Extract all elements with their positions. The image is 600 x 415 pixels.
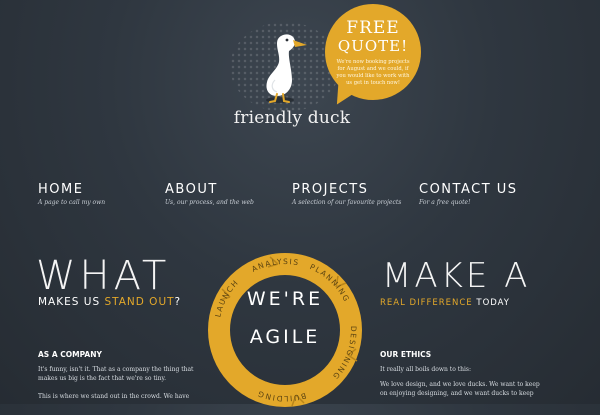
nav-item-home[interactable]: HOME A page to call my own xyxy=(38,182,158,206)
stand-out-subhead: MAKES US STAND OUT? xyxy=(38,296,181,308)
free-quote-title-line1: FREE xyxy=(346,18,400,38)
free-quote-title-line2: QUOTE! xyxy=(337,37,409,55)
subhead-suffix: ? xyxy=(174,296,182,308)
ethics-paragraph-1: It really all boils down to this: xyxy=(380,366,472,373)
free-quote-text: We're now booking projects for August an… xyxy=(336,59,410,86)
subhead-prefix: MAKES US xyxy=(38,296,105,308)
nav-about-subtitle: Us, our process, and the web xyxy=(165,199,254,206)
nav-item-about[interactable]: ABOUT Us, our process, and the web xyxy=(165,182,285,206)
nav-about-title[interactable]: ABOUT xyxy=(165,182,285,197)
nav-home-subtitle: A page to call my own xyxy=(38,199,106,206)
real-difference-subhead: REAL DIFFERENCE TODAY xyxy=(380,298,510,308)
nav-item-projects[interactable]: PROJECTS A selection of our favourite pr… xyxy=(292,182,417,206)
subhead-suffix: TODAY xyxy=(472,298,510,308)
duck-logo-icon[interactable] xyxy=(255,30,315,106)
subhead-accent: STAND OUT xyxy=(104,296,175,308)
make-a-headline: MAKE A xyxy=(382,256,531,296)
what-headline: WHAT xyxy=(36,253,171,299)
company-paragraph-2: This is where we stand out in the crowd.… xyxy=(38,393,190,400)
nav-contact-title[interactable]: CONTACT US xyxy=(419,182,549,197)
nav-projects-subtitle: A selection of our favourite projects xyxy=(292,199,402,206)
company-section-title: AS A COMPANY xyxy=(38,350,102,359)
company-paragraph-1: It's funny, isn't it. That as a company … xyxy=(38,366,194,382)
ring-title-line2: AGILE xyxy=(249,326,321,348)
subhead-accent: REAL DIFFERENCE xyxy=(380,298,473,308)
nav-home-title[interactable]: HOME xyxy=(38,182,158,197)
logo-text[interactable]: friendly duck xyxy=(227,108,357,128)
ring-title-line1: WE'RE xyxy=(246,288,324,310)
ethics-section-title: OUR ETHICS xyxy=(380,350,432,359)
nav-item-contact[interactable]: CONTACT US For a free quote! xyxy=(419,182,549,206)
nav-projects-title[interactable]: PROJECTS xyxy=(292,182,417,197)
ethics-paragraph-2: We love design, and we love ducks. We wa… xyxy=(380,381,540,397)
nav-contact-subtitle: For a free quote! xyxy=(419,199,471,206)
